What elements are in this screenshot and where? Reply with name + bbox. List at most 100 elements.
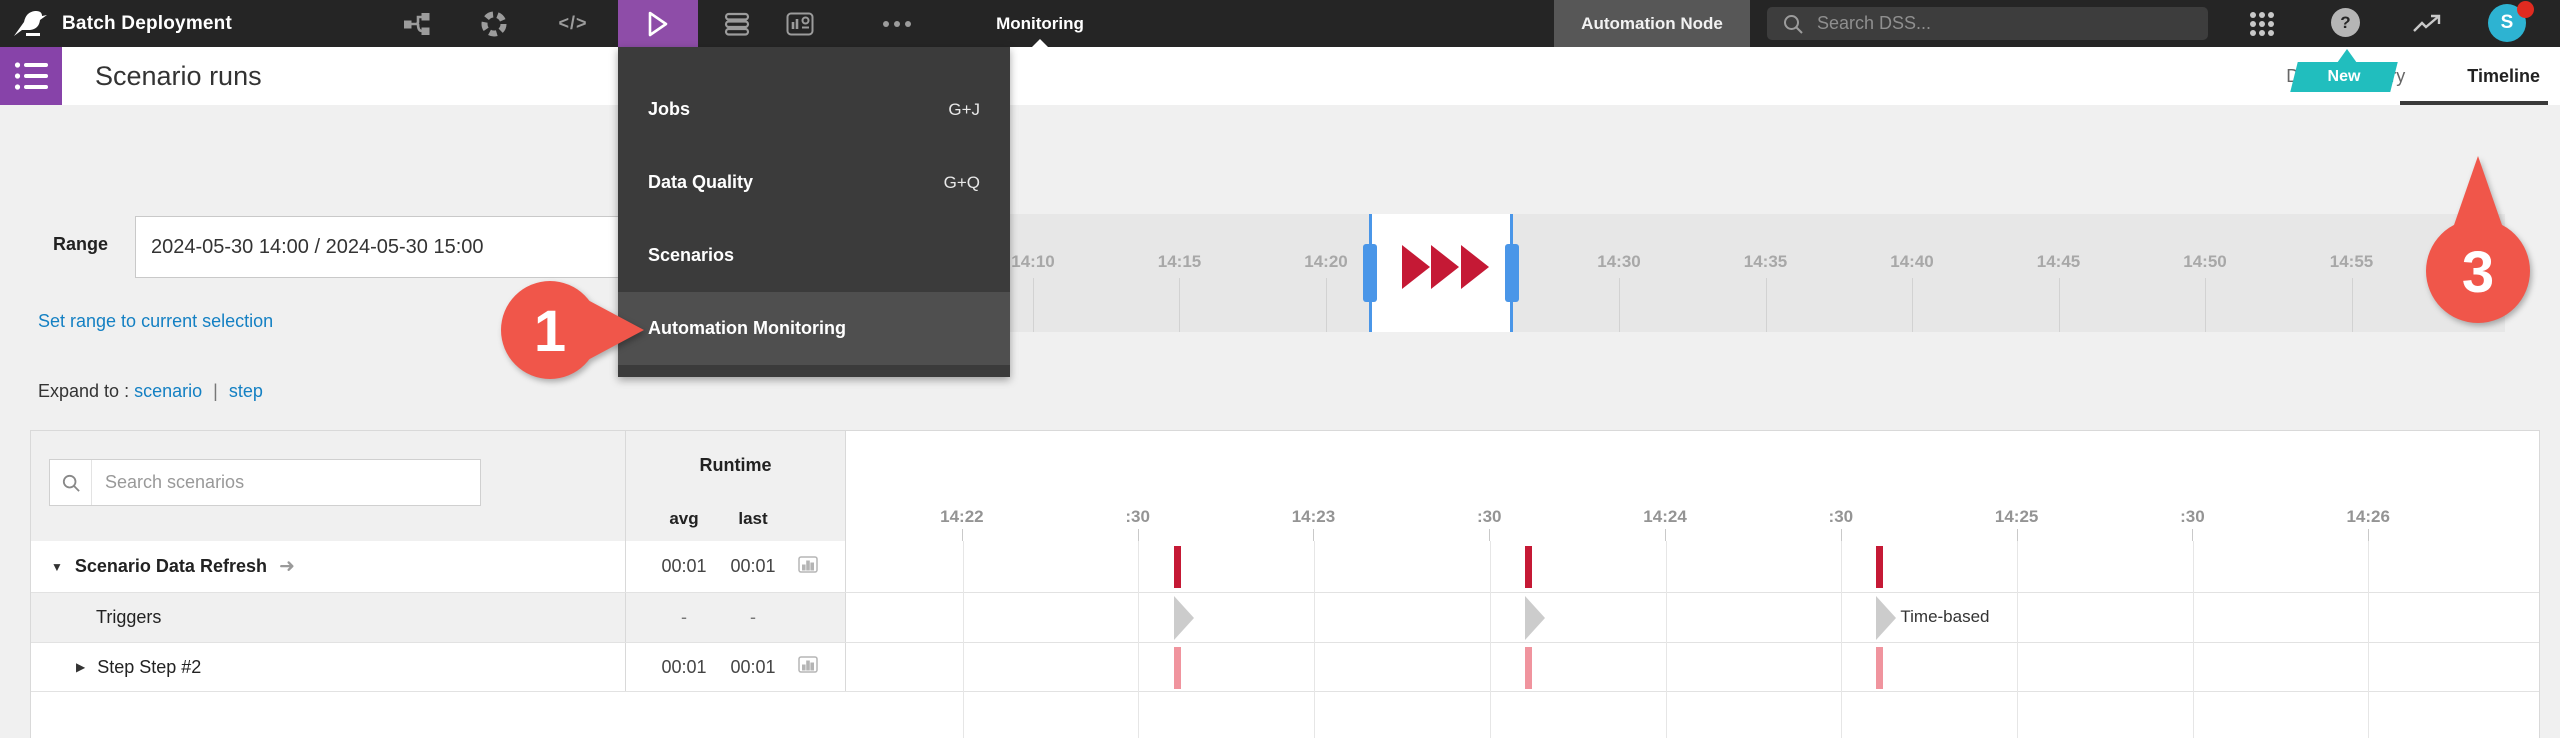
tab-timeline[interactable]: Timeline bbox=[2467, 66, 2540, 87]
table-row-step[interactable]: ▶ Step Step #2 00:01 00:01 bbox=[31, 643, 2539, 692]
goto-scenario-icon[interactable]: ➜ bbox=[279, 555, 295, 578]
ruler-tick-line bbox=[1137, 529, 1139, 541]
table-row-scenario[interactable]: ▼ Scenario Data Refresh ➜ 00:01 00:01 bbox=[31, 541, 2539, 593]
scenario-search-input[interactable]: Search scenarios bbox=[49, 459, 481, 506]
band-tick-line bbox=[1912, 278, 1913, 332]
band-tick-line bbox=[2058, 278, 2060, 332]
notification-dot bbox=[2517, 1, 2534, 18]
band-tick-line bbox=[1619, 278, 1620, 332]
menu-item-jobs[interactable]: Jobs G+J bbox=[618, 73, 1010, 146]
band-tick-line bbox=[1765, 278, 1767, 332]
expand-caret-icon[interactable]: ▶ bbox=[76, 660, 85, 674]
header-runtime-cell: Runtime avg last bbox=[626, 431, 846, 541]
automation-menu-button[interactable] bbox=[618, 0, 698, 47]
menu-item-scenarios[interactable]: Scenarios bbox=[618, 219, 1010, 292]
ruler-tick-line bbox=[1665, 529, 1667, 541]
selection-handle-right[interactable] bbox=[1504, 244, 1519, 302]
runtime-last-value: 00:01 bbox=[730, 556, 776, 576]
ruler-tick-label: :30 bbox=[1828, 507, 1854, 526]
search-icon bbox=[50, 460, 92, 505]
menu-item-data-quality[interactable]: Data Quality G+Q bbox=[618, 146, 1010, 219]
scenario-list-tile[interactable] bbox=[0, 47, 62, 105]
dashboard-card-icon[interactable] bbox=[778, 0, 822, 47]
expand-scenario-link[interactable]: scenario bbox=[134, 381, 202, 401]
band-tick-line bbox=[2351, 278, 2353, 332]
band-tick-label: 14:50 bbox=[2183, 252, 2227, 271]
dss-search-input[interactable]: Search DSS... bbox=[1767, 7, 2208, 40]
help-icon[interactable]: ? bbox=[2331, 8, 2360, 37]
ruler-tick-label: 14:25 bbox=[1994, 507, 2039, 526]
table-header: Search scenarios Runtime avg last 14:22:… bbox=[31, 431, 2539, 541]
search-icon bbox=[1784, 14, 1803, 34]
stack-icon[interactable] bbox=[715, 0, 759, 47]
ruler-tick-label: :30 bbox=[1125, 507, 1150, 526]
new-badge-pointer bbox=[2337, 49, 2357, 63]
band-tick-label: 14:15 bbox=[1157, 252, 1202, 271]
band-tick-label: 14:55 bbox=[2329, 252, 2374, 271]
table-row-triggers[interactable]: Triggers - - bbox=[31, 593, 2539, 643]
top-nav: Batch Deployment </> Monitoring Automati… bbox=[0, 0, 2560, 47]
expand-step-link[interactable]: step bbox=[229, 381, 263, 401]
page-title: Scenario runs bbox=[95, 61, 262, 91]
ruler-tick-label: 14:24 bbox=[1643, 507, 1687, 526]
node-type-badge: Automation Node bbox=[1554, 0, 1750, 47]
active-tab-underline bbox=[2400, 101, 2548, 105]
band-tick-label: 14:45 bbox=[2036, 252, 2081, 271]
automation-dropdown-menu: Jobs G+J Data Quality G+Q Scenarios Auto… bbox=[618, 47, 1010, 377]
ruler-tick-line bbox=[1489, 529, 1491, 541]
runtime-avg-header: avg bbox=[669, 509, 699, 528]
overview-run-marker bbox=[1431, 245, 1460, 289]
apps-grid-icon[interactable] bbox=[2240, 0, 2284, 47]
selection-handle-left[interactable] bbox=[1362, 244, 1377, 302]
overview-timeline[interactable]: 14:1014:1514:2014:2514:3014:3514:4014:45… bbox=[845, 214, 2505, 332]
triggers-row-name: Triggers bbox=[96, 607, 162, 627]
band-tick-label: 14:30 bbox=[1597, 252, 1641, 271]
expand-prefix: Expand to : bbox=[38, 381, 130, 401]
deployment-title: Batch Deployment bbox=[62, 13, 233, 34]
band-tick-label: 14:10 bbox=[1011, 252, 1055, 271]
runtime-avg-value: 00:01 bbox=[661, 656, 707, 677]
band-tick-label: 14:35 bbox=[1743, 252, 1788, 271]
runtime-last-value: - bbox=[750, 607, 756, 627]
ellipsis-icon[interactable] bbox=[875, 0, 919, 47]
ruler-tick-line bbox=[2368, 529, 2370, 541]
runtime-chart-icon[interactable] bbox=[798, 555, 818, 578]
runtime-last-value: 00:01 bbox=[730, 656, 776, 677]
code-icon[interactable]: </> bbox=[551, 0, 595, 47]
ruler-tick-line bbox=[1313, 529, 1315, 541]
detail-ruler: 14:22:30 14:23:30 14:24:30 14:25:30 14:26 bbox=[846, 431, 2539, 541]
set-range-link[interactable]: Set range to current selection bbox=[38, 311, 273, 332]
screen: Batch Deployment </> Monitoring Automati… bbox=[0, 0, 2560, 738]
dataiku-bird-logo[interactable] bbox=[12, 7, 48, 40]
overview-run-marker bbox=[1402, 245, 1431, 289]
band-tick-label: 14:20 bbox=[1304, 252, 1348, 271]
step-name: Step Step #2 bbox=[97, 656, 202, 677]
runtime-chart-icon[interactable] bbox=[798, 656, 818, 678]
trending-icon[interactable] bbox=[2405, 0, 2449, 47]
menu-item-automation-monitoring[interactable]: Automation Monitoring bbox=[618, 292, 1010, 365]
scenario-name: Scenario Data Refresh bbox=[74, 556, 267, 576]
collapse-caret-icon[interactable]: ▼ bbox=[51, 560, 63, 574]
band-tick-line bbox=[2205, 278, 2207, 332]
band-tick-label: 14:40 bbox=[1890, 252, 1934, 271]
svg-text:3: 3 bbox=[2462, 240, 2494, 305]
dss-search-placeholder: Search DSS... bbox=[1817, 13, 1932, 33]
runtime-last-header: last bbox=[738, 509, 768, 528]
runtime-header: Runtime bbox=[699, 455, 772, 475]
header-name-cell: Search scenarios bbox=[31, 431, 626, 541]
range-label: Range bbox=[53, 234, 109, 254]
scenario-runs-table: Search scenarios Runtime avg last 14:22:… bbox=[30, 430, 2540, 738]
ruler-tick-line bbox=[2016, 529, 2018, 541]
ruler-tick-label: 14:26 bbox=[2346, 507, 2390, 526]
ruler-tick-label: :30 bbox=[1476, 507, 1502, 526]
scenario-search-placeholder: Search scenarios bbox=[105, 472, 245, 492]
wheel-icon[interactable] bbox=[472, 0, 516, 47]
svg-text:1: 1 bbox=[534, 299, 566, 364]
flow-icon[interactable] bbox=[395, 0, 439, 47]
ruler-tick-line bbox=[2192, 529, 2194, 541]
list-icon bbox=[14, 62, 48, 90]
ruler-tick-line bbox=[961, 529, 963, 541]
expand-separator: | bbox=[213, 381, 218, 401]
runtime-avg-value: 00:01 bbox=[661, 556, 707, 576]
band-tick-line bbox=[1326, 278, 1327, 332]
